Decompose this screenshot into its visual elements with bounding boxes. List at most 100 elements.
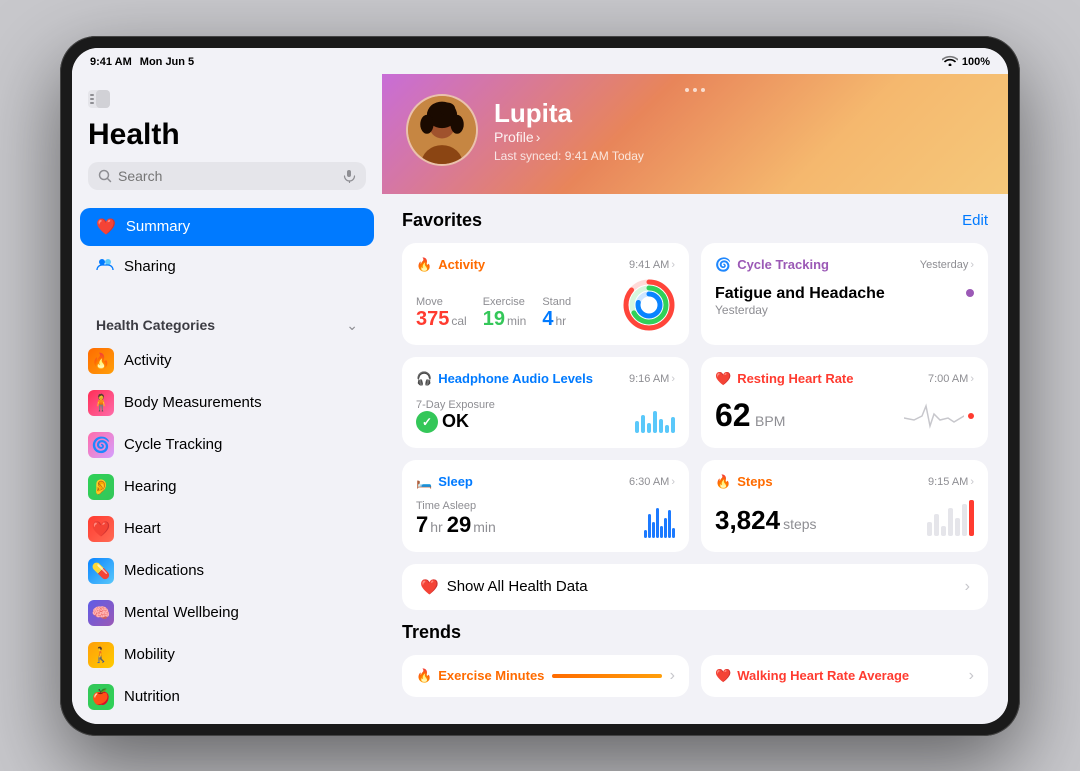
hearing-label: Hearing [124, 478, 177, 495]
search-icon [98, 169, 112, 183]
medications-label: Medications [124, 562, 204, 579]
sidebar-item-summary[interactable]: ❤️ Summary [80, 208, 374, 246]
sidebar-header: Health [72, 84, 382, 200]
profile-avatar[interactable] [406, 94, 478, 166]
steps-time: 9:15 AM [928, 476, 968, 488]
summary-label: Summary [126, 218, 190, 235]
search-bar[interactable] [88, 162, 366, 190]
chart-bar [948, 508, 953, 536]
chart-bar [659, 419, 663, 433]
sleep-title: Sleep [438, 474, 473, 489]
sidebar-item-sharing[interactable]: Sharing [80, 246, 374, 287]
banner-dot-2 [693, 88, 697, 92]
sidebar-item-body-measurements[interactable]: 🧍 Body Measurements [72, 382, 382, 424]
sleep-minutes: 29 [447, 512, 471, 538]
mental-wellbeing-icon: 🧠 [88, 600, 114, 626]
chart-bar [668, 510, 671, 538]
activity-label: Activity [124, 352, 172, 369]
sidebar-item-heart[interactable]: ❤️ Heart [72, 508, 382, 550]
activity-metrics: Move 375 cal Exercise [416, 296, 571, 331]
app-title: Health [88, 118, 366, 152]
profile-name: Lupita [494, 98, 644, 129]
trends-grid: 🔥 Exercise Minutes › ❤️ Walking Heart Ra… [402, 655, 988, 697]
sidebar-item-mental-wellbeing[interactable]: 🧠 Mental Wellbeing [72, 592, 382, 634]
heart-rate-card[interactable]: ❤️ Resting Heart Rate 7:00 AM › [701, 357, 988, 448]
sleep-time: 6:30 AM [629, 476, 669, 488]
time-display: 9:41 AM [90, 56, 132, 68]
audio-levels-chart [635, 397, 675, 433]
steps-card-header: 🔥 Steps 9:15 AM › [715, 474, 974, 490]
steps-unit: steps [783, 516, 816, 532]
trend-exercise-card[interactable]: 🔥 Exercise Minutes › [402, 655, 689, 697]
headphone-card[interactable]: 🎧 Headphone Audio Levels 9:16 AM › [402, 357, 689, 448]
favorites-grid: 🔥 Activity 9:41 AM › [402, 243, 988, 552]
trend-heart-rate-card[interactable]: ❤️ Walking Heart Rate Average › [701, 655, 988, 697]
sidebar-item-cycle-tracking[interactable]: 🌀 Cycle Tracking [72, 424, 382, 466]
edit-button[interactable]: Edit [962, 212, 988, 229]
chart-bar [656, 508, 659, 538]
favorites-title: Favorites [402, 210, 482, 231]
sleep-card[interactable]: 🛏️ Sleep 6:30 AM › Time Aslee [402, 460, 689, 552]
chart-bar [664, 518, 667, 538]
show-all-chevron: › [965, 578, 970, 596]
sleep-hr-unit: hr [430, 519, 442, 535]
mic-icon[interactable] [342, 169, 356, 183]
chart-bar [644, 530, 647, 538]
move-metric: Move 375 cal [416, 296, 467, 331]
heart-rate-card-header: ❤️ Resting Heart Rate 7:00 AM › [715, 371, 974, 387]
sidebar-item-mobility[interactable]: 🚶 Mobility [72, 634, 382, 676]
summary-icon: ❤️ [96, 217, 116, 237]
medications-icon: 💊 [88, 558, 114, 584]
hearing-icon: 👂 [88, 474, 114, 500]
move-unit: cal [451, 314, 466, 328]
exposure-label: 7-Day Exposure [416, 399, 495, 411]
heart-icon: ❤️ [88, 516, 114, 542]
profile-link[interactable]: Profile › [494, 129, 644, 145]
status-bar: 9:41 AM Mon Jun 5 100% [72, 48, 1008, 74]
body-measurements-icon: 🧍 [88, 390, 114, 416]
cycle-tracking-card[interactable]: 🌀 Cycle Tracking Yesterday › [701, 243, 988, 345]
categories-list: 🔥 Activity 🧍 Body Measurements 🌀 Cycle T… [72, 340, 382, 724]
stand-metric: Stand 4 hr [542, 296, 571, 331]
sharing-icon [96, 255, 114, 278]
show-all-icon: ❤️ [420, 578, 439, 596]
trend-heart-rate-chevron: › [969, 667, 974, 685]
exercise-unit: min [507, 314, 526, 328]
profile-info: Lupita Profile › Last synced: 9:41 AM To… [494, 94, 644, 163]
steps-card[interactable]: 🔥 Steps 9:15 AM › 3,824 [701, 460, 988, 552]
sidebar-item-medications[interactable]: 💊 Medications [72, 550, 382, 592]
heart-rate-icon: ❤️ [715, 371, 731, 387]
sidebar-toggle-button[interactable] [88, 90, 116, 112]
stand-value: 4 [542, 308, 553, 331]
cycle-tracking-label: Cycle Tracking [124, 436, 222, 453]
heartbeat-chart [904, 398, 964, 434]
cycle-card-icon: 🌀 [715, 257, 731, 273]
search-input[interactable] [118, 168, 336, 184]
banner-dot-3 [701, 88, 705, 92]
chart-bar [652, 522, 655, 538]
mobility-label: Mobility [124, 646, 175, 663]
nutrition-label: Nutrition [124, 688, 180, 705]
activity-rings [623, 279, 675, 331]
activity-card-icon: 🔥 [416, 257, 432, 273]
main-area: Lupita Profile › Last synced: 9:41 AM To… [382, 74, 1008, 724]
chart-bar [927, 522, 932, 536]
sidebar-item-hearing[interactable]: 👂 Hearing [72, 466, 382, 508]
cycle-card-header: 🌀 Cycle Tracking Yesterday › [715, 257, 974, 273]
steps-icon: 🔥 [715, 474, 731, 490]
cycle-time: Yesterday [920, 259, 969, 271]
sidebar-item-respiratory[interactable]: 🫁 Respiratory [72, 718, 382, 724]
headphone-icon: 🎧 [416, 371, 432, 387]
mental-wellbeing-label: Mental Wellbeing [124, 604, 239, 621]
sidebar-item-activity[interactable]: 🔥 Activity [72, 340, 382, 382]
sleep-icon: 🛏️ [416, 474, 432, 490]
chevron-down-icon[interactable]: ⌄ [346, 317, 358, 334]
steps-value: 3,824 [715, 505, 780, 536]
sidebar-item-nutrition[interactable]: 🍎 Nutrition [72, 676, 382, 718]
heart-rate-title: Resting Heart Rate [737, 371, 853, 386]
cycle-dot [966, 289, 974, 297]
bpm-value: 62 [715, 397, 751, 433]
chart-bar [648, 514, 651, 538]
show-all-card[interactable]: ❤️ Show All Health Data › [402, 564, 988, 610]
activity-card[interactable]: 🔥 Activity 9:41 AM › [402, 243, 689, 345]
